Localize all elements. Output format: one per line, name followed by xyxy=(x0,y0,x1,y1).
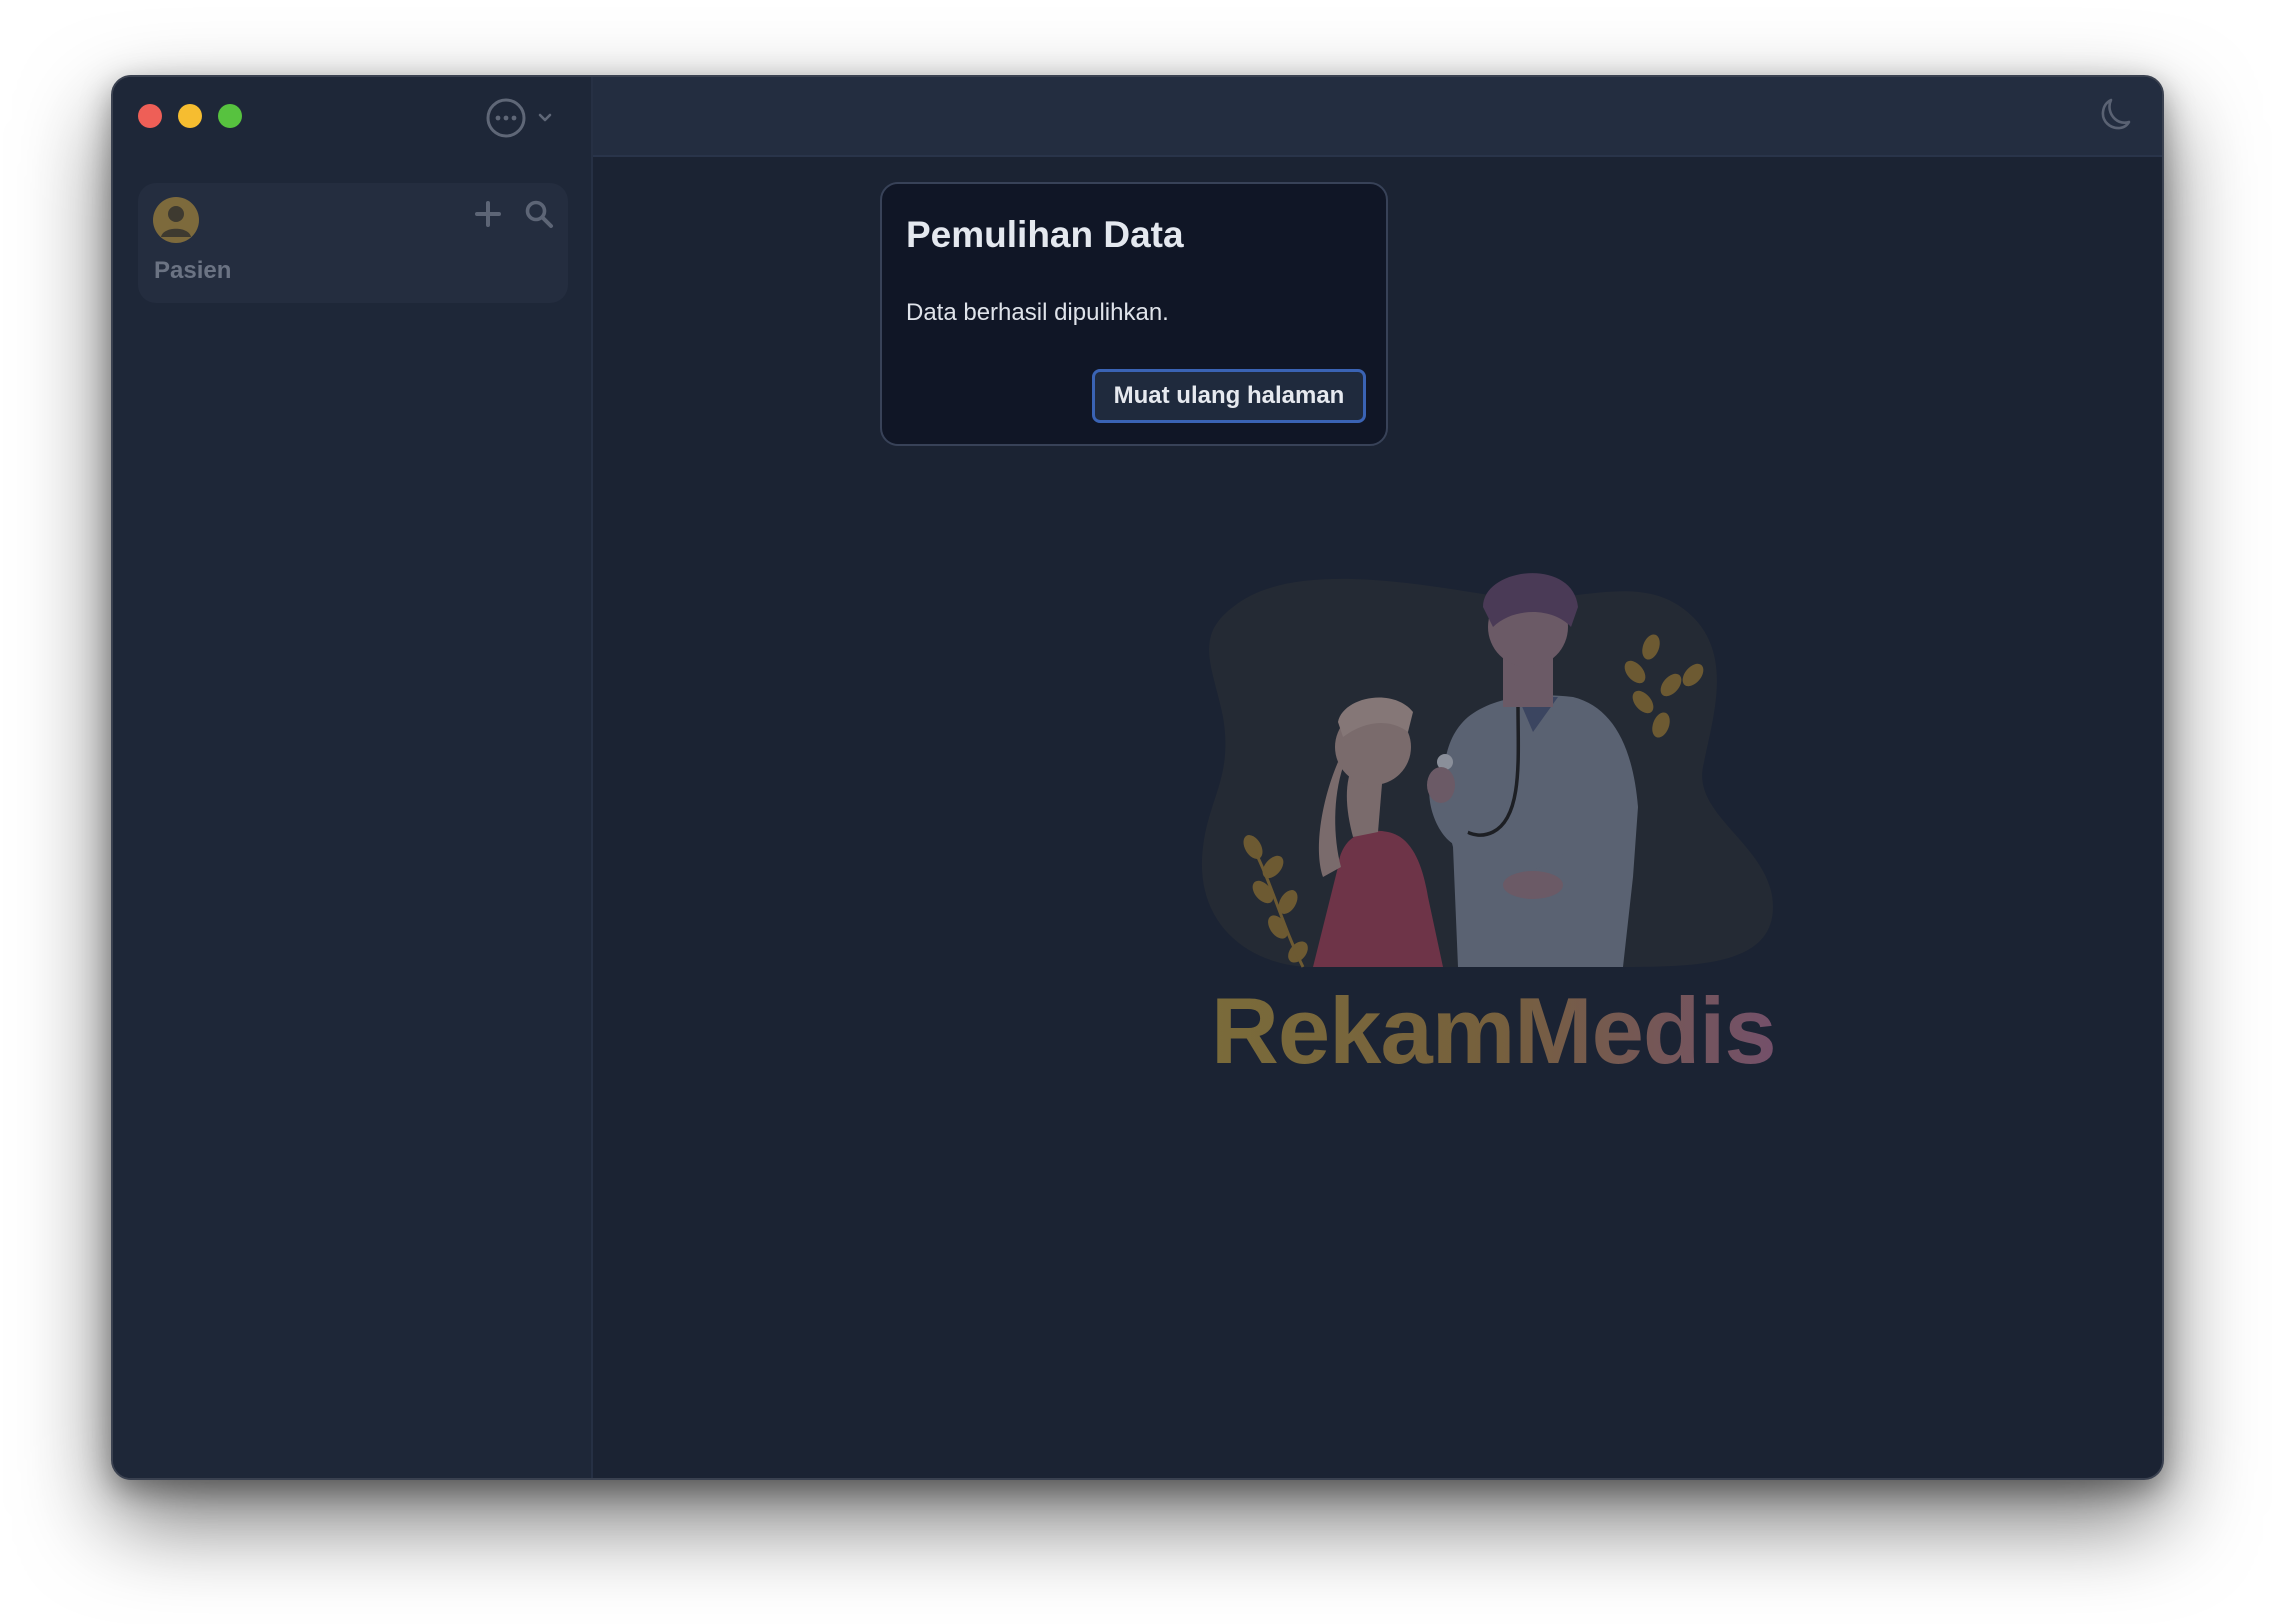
more-horizontal-circle-icon xyxy=(486,98,526,138)
search-icon[interactable] xyxy=(524,199,554,229)
desktop: Pasien RekamMedis Pemulihan Data Data be… xyxy=(0,0,2272,1624)
patient-card[interactable]: Pasien xyxy=(138,183,568,303)
doctor-patient-illustration xyxy=(1201,573,1773,968)
close-window-button[interactable] xyxy=(138,104,162,128)
main-content: RekamMedis Pemulihan Data Data berhasil … xyxy=(593,77,2162,1478)
dialog-message: Data berhasil dipulihkan. xyxy=(906,299,1169,326)
user-avatar-icon xyxy=(153,197,199,243)
maximize-window-button[interactable] xyxy=(218,104,242,128)
minimize-window-button[interactable] xyxy=(178,104,202,128)
chevron-down-icon xyxy=(538,113,552,122)
reload-page-button[interactable]: Muat ulang halaman xyxy=(1092,369,1366,423)
window-controls xyxy=(138,104,242,128)
more-menu-button[interactable] xyxy=(485,97,553,139)
theme-toggle-button[interactable] xyxy=(2094,95,2134,140)
brand-logo-text: RekamMedis xyxy=(1211,978,1777,1083)
plus-icon[interactable] xyxy=(474,200,502,228)
restore-data-dialog: Pemulihan Data Data berhasil dipulihkan.… xyxy=(880,182,1388,446)
moon-icon xyxy=(2101,98,2131,130)
card-label: Pasien xyxy=(154,257,232,284)
sidebar: Pasien xyxy=(113,77,593,1478)
card-actions xyxy=(474,199,554,229)
app-window: Pasien RekamMedis Pemulihan Data Data be… xyxy=(111,75,2164,1480)
top-bar xyxy=(593,77,2162,157)
dialog-title: Pemulihan Data xyxy=(906,214,1184,255)
